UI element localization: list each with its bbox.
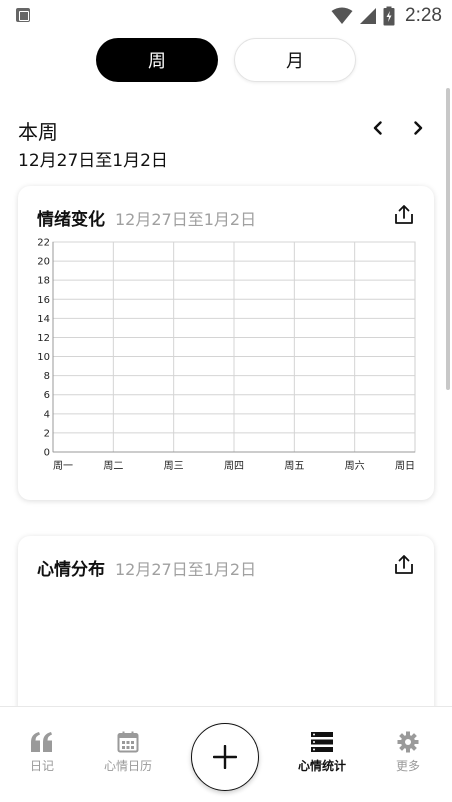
next-period-button[interactable] — [406, 116, 430, 140]
mood-change-chart: 0 2 4 6 8 10 12 14 16 18 20 22 周一 周二 周三 周四 周五 周六 周日 — [37, 238, 416, 472]
x-tick-label: 周日 — [395, 460, 415, 472]
quote-icon — [31, 732, 52, 752]
y-tick-label: 12 — [37, 333, 50, 344]
segment-month-button[interactable]: 月 — [234, 38, 356, 82]
app-notification-icon — [16, 8, 30, 22]
battery-icon — [383, 6, 395, 26]
nav-item-more[interactable]: 更多 — [372, 731, 444, 774]
y-tick-label: 6 — [44, 390, 50, 401]
nav-item-label: 日记 — [29, 759, 54, 773]
cellular-signal-icon — [360, 8, 377, 24]
gear-icon — [397, 731, 419, 753]
status-icons: 2:28 — [331, 4, 442, 28]
period-range: 12月27日至1月2日 — [18, 151, 168, 171]
bottom-navigation: 日记 心情日历 心情统计 更多 — [0, 706, 452, 802]
chevron-left-icon — [373, 121, 382, 135]
chevron-right-icon — [414, 121, 423, 135]
period-title: 本周 — [18, 120, 58, 144]
nav-item-diary[interactable]: 日记 — [6, 731, 78, 774]
nav-item-label: 更多 — [395, 759, 420, 773]
y-tick-label: 4 — [44, 409, 50, 420]
nav-item-mood-calendar[interactable]: 心情日历 — [92, 731, 164, 774]
y-tick-label: 18 — [37, 276, 50, 287]
y-tick-label: 16 — [37, 295, 50, 306]
segment-week-button[interactable]: 周 — [96, 38, 218, 82]
mood-change-card: 情绪变化 12月27日至1月2日 0 2 4 6 8 10 12 14 16 18 20 22 周一 周二… — [18, 186, 434, 500]
y-tick-label: 0 — [44, 448, 50, 459]
mood-distribution-range: 12月27日至1月2日 — [115, 560, 257, 579]
y-tick-label: 8 — [44, 371, 50, 382]
scrollbar[interactable] — [446, 88, 450, 390]
share-button[interactable] — [393, 554, 415, 576]
status-bar: 2:28 — [0, 0, 452, 32]
mood-distribution-title: 心情分布 — [37, 560, 105, 580]
x-tick-label: 周一 — [53, 460, 73, 472]
nav-item-label: 心情日历 — [103, 759, 152, 773]
x-tick-label: 周二 — [103, 460, 123, 472]
y-tick-label: 2 — [44, 428, 50, 439]
previous-period-button[interactable] — [366, 116, 390, 140]
x-tick-label: 周三 — [164, 460, 184, 472]
y-tick-label: 22 — [37, 238, 50, 249]
y-tick-label: 10 — [37, 352, 50, 363]
plus-icon — [213, 745, 237, 769]
add-entry-button[interactable] — [191, 723, 259, 791]
calendar-icon — [117, 731, 139, 753]
x-tick-label: 周四 — [224, 460, 244, 472]
x-tick-label: 周五 — [284, 460, 304, 472]
nav-item-label: 心情统计 — [297, 759, 346, 773]
x-tick-label: 周六 — [345, 460, 365, 472]
status-time: 2:28 — [405, 5, 442, 26]
nav-item-mood-stats[interactable]: 心情统计 — [286, 731, 358, 774]
wifi-icon — [331, 7, 353, 24]
stats-icon — [311, 732, 333, 752]
y-tick-label: 14 — [37, 314, 50, 325]
y-tick-label: 20 — [37, 257, 50, 268]
share-icon — [395, 555, 413, 574]
